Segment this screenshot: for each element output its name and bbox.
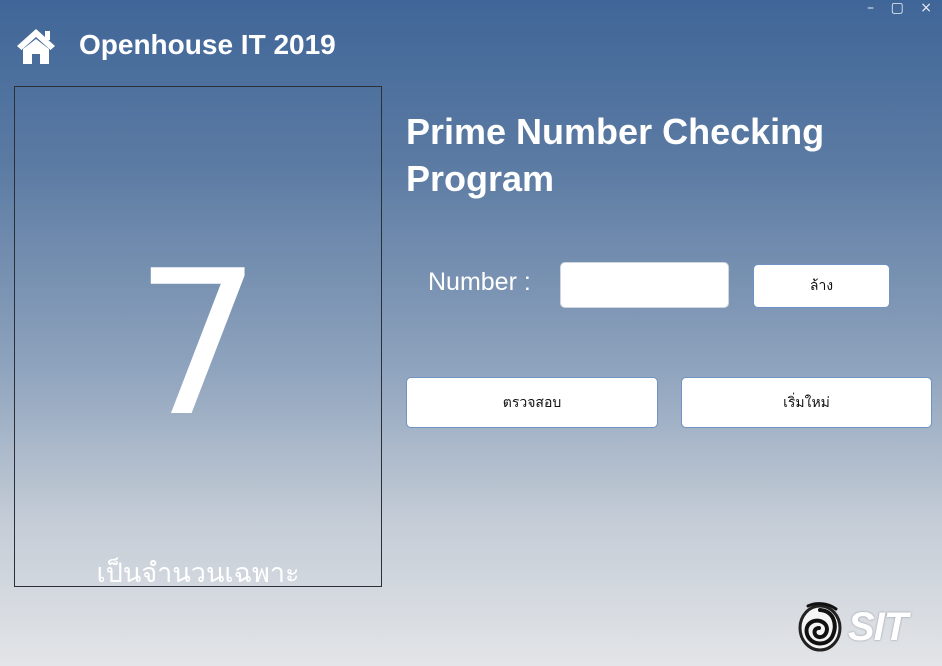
number-label: Number : bbox=[428, 268, 531, 296]
sit-logo-text: SIT bbox=[848, 605, 908, 649]
app-title: Openhouse IT 2019 bbox=[79, 29, 336, 60]
result-panel: 7 เป็นจำนวนเฉพาะ bbox=[14, 86, 382, 588]
app-window: – ▢ × Openhouse IT 2019 7 เป็นจำนวนเฉพาะ… bbox=[0, 0, 942, 666]
result-number: 7 bbox=[134, 228, 262, 461]
number-input[interactable] bbox=[560, 262, 729, 308]
check-button[interactable]: ตรวจสอบ bbox=[406, 377, 658, 428]
window-controls[interactable]: – ▢ × bbox=[867, 0, 938, 16]
clear-button[interactable]: ล้าง bbox=[753, 264, 890, 308]
page-title: Prime Number Checking Program bbox=[406, 111, 825, 199]
home-icon[interactable] bbox=[16, 27, 56, 65]
sit-emblem-icon bbox=[796, 601, 846, 653]
restart-button[interactable]: เริ่มใหม่ bbox=[681, 377, 932, 428]
result-message: เป็นจำนวนเฉพาะ bbox=[96, 558, 300, 588]
sit-logo: SIT bbox=[796, 601, 930, 653]
